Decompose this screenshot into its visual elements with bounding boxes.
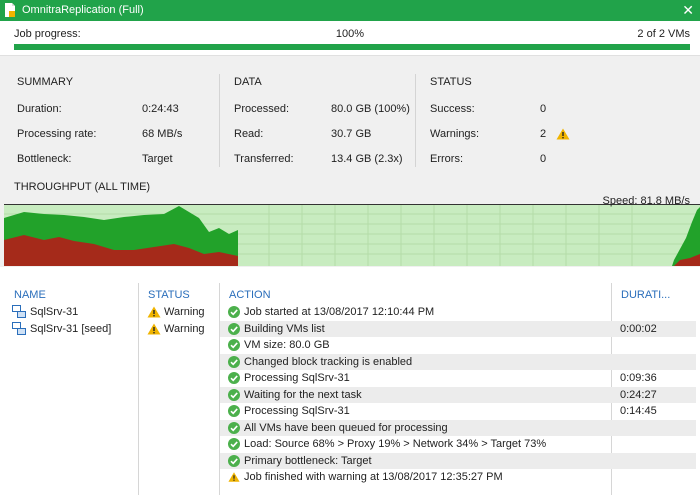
action-text: Waiting for the next task [244,388,362,401]
action-text: Job finished with warning at 13/08/2017 … [244,471,503,483]
status-heading: STATUS [430,76,472,88]
action-text: Changed block tracking is enabled [244,355,413,368]
divider [415,74,416,167]
action-duration: 0:00:02 [620,322,657,335]
action-row[interactable]: Processing SqlSrv-31 0:14:45 [220,403,696,420]
throughput-graph [4,204,700,266]
vm-name: SqlSrv-31 [seed] [30,323,112,335]
read-label: Read: [234,128,264,140]
warning-icon [228,472,240,482]
errors-label: Errors: [430,153,463,165]
warnings-value: 2 [540,128,547,140]
check-circle-icon [228,438,240,450]
action-text: Primary bottleneck: Target [244,454,372,467]
throughput-title: THROUGHPUT (ALL TIME) [14,181,151,193]
throughput-chart [4,204,700,266]
warning-icon [556,128,570,140]
read-value: 30.7 GB [331,128,372,140]
action-duration: 0:24:27 [620,388,657,401]
action-text: Load: Source 68% > Proxy 19% > Network 3… [244,438,547,450]
vm-list-item[interactable]: SqlSrv-31 Warning [0,304,212,321]
job-progress: Job progress: 100% 2 of 2 VMs [0,21,700,55]
processed-label: Processed: [234,103,290,115]
title-bar: OmnitraReplication (Full) ✕ [0,0,700,21]
action-row[interactable]: Building VMs list 0:00:02 [220,320,696,337]
check-circle-icon [228,388,240,401]
window-title: OmnitraReplication (Full) [22,4,144,16]
action-duration: 0:09:36 [620,372,657,384]
action-text: Processing SqlSrv-31 [244,372,350,384]
divider [0,55,700,56]
progress-bar-fill [14,44,690,50]
warnings-label: Warnings: [430,128,480,140]
stats-panel: SUMMARY Duration: 0:24:43 Processing rat… [0,55,700,267]
vm-icon [12,322,26,335]
document-icon [5,3,15,17]
action-row[interactable]: Waiting for the next task 0:24:27 [220,386,696,403]
check-circle-icon [228,355,240,368]
action-text: Building VMs list [244,322,325,335]
action-row[interactable]: Changed block tracking is enabled [220,353,696,370]
duration-column-header[interactable]: DURATI... [621,289,670,301]
details-panel: NAME STATUS ACTION DURATI... SqlSrv-31 W… [0,267,700,495]
bottleneck-value: Target [142,153,173,165]
speed-readout: Speed: 81.8 MB/s [602,195,690,207]
progress-bar [14,44,690,50]
processing-rate-value: 68 MB/s [142,128,183,140]
processed-value: 80.0 GB (100%) [331,103,410,115]
summary-heading: SUMMARY [17,76,74,88]
progress-vm-count: 2 of 2 VMs [637,28,690,40]
check-circle-icon [228,306,240,318]
action-row[interactable]: Load: Source 68% > Proxy 19% > Network 3… [220,436,696,453]
action-duration: 0:14:45 [620,405,657,417]
vm-list-item[interactable]: SqlSrv-31 [seed] Warning [0,321,212,338]
action-row[interactable]: All VMs have been queued for processing [220,419,696,436]
action-column-header[interactable]: ACTION [229,289,271,301]
name-column-header[interactable]: NAME [14,289,46,301]
processing-rate-label: Processing rate: [17,128,97,140]
duration-value: 0:24:43 [142,103,179,115]
vm-status: Warning [164,306,205,318]
action-text: Processing SqlSrv-31 [244,405,350,417]
action-row[interactable]: Primary bottleneck: Target [220,452,696,469]
status-column-header[interactable]: STATUS [148,289,190,301]
check-circle-icon [228,405,240,417]
data-heading: DATA [234,76,262,88]
divider [219,74,220,167]
action-row[interactable]: VM size: 80.0 GB [220,337,696,354]
action-text: All VMs have been queued for processing [244,421,448,434]
success-value: 0 [540,103,547,115]
check-circle-icon [228,421,240,434]
transferred-label: Transferred: [234,153,294,165]
duration-label: Duration: [17,103,62,115]
vm-icon [12,305,26,318]
action-row[interactable]: Processing SqlSrv-31 0:09:36 [220,370,696,387]
check-circle-icon [228,372,240,384]
errors-value: 0 [540,153,547,165]
progress-percent: 100% [335,28,365,40]
warning-icon [147,323,161,335]
warning-icon [147,306,161,318]
action-row[interactable]: Job finished with warning at 13/08/2017 … [220,469,696,486]
vm-name: SqlSrv-31 [30,306,79,318]
action-row[interactable]: Job started at 13/08/2017 12:10:44 PM [220,304,696,321]
vm-status: Warning [164,323,205,335]
check-circle-icon [228,454,240,467]
success-label: Success: [430,103,475,115]
action-text: Job started at 13/08/2017 12:10:44 PM [244,306,435,318]
check-circle-icon [228,322,240,335]
check-circle-icon [228,339,240,351]
bottleneck-label: Bottleneck: [17,153,72,165]
action-text: VM size: 80.0 GB [244,339,330,351]
transferred-value: 13.4 GB (2.3x) [331,153,403,165]
close-icon[interactable]: ✕ [682,2,694,18]
